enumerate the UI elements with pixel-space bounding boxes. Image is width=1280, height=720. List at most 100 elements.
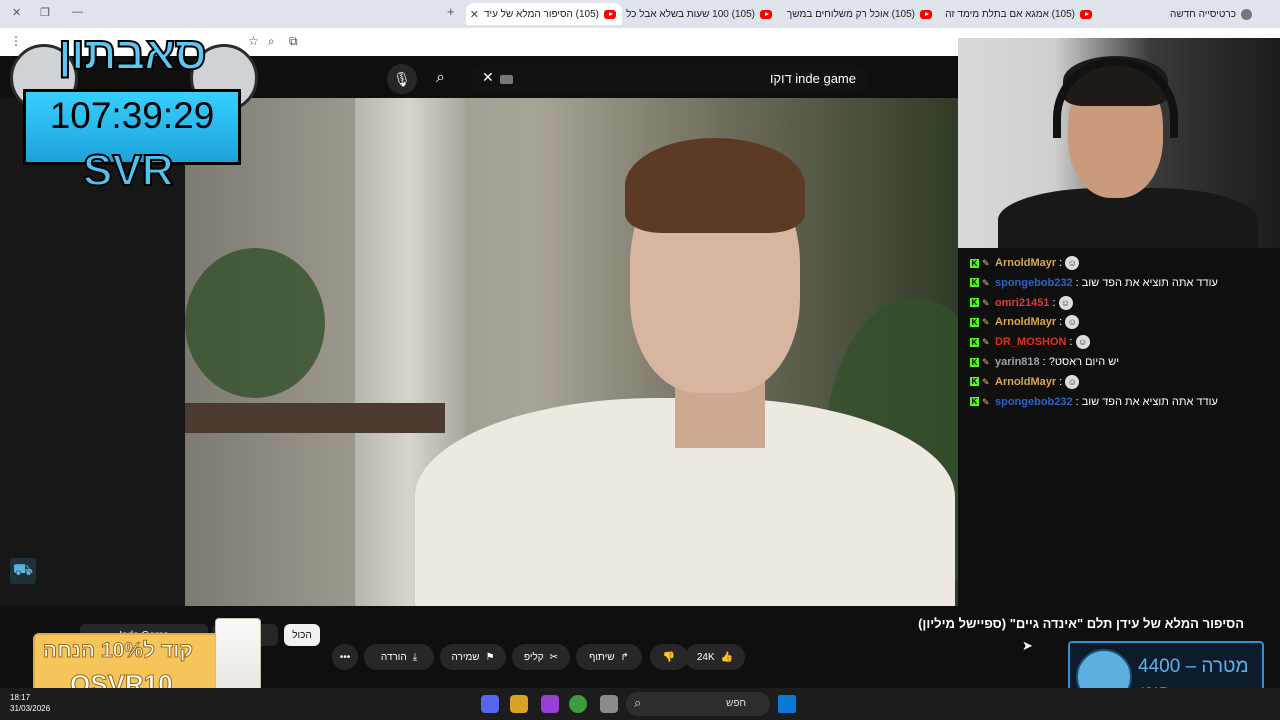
keyboard-icon[interactable] (500, 75, 513, 84)
timer-sub-label: SVR (82, 145, 174, 196)
search-icon: ⌕ (634, 695, 642, 710)
filter-chip-all[interactable]: הכול (284, 624, 320, 646)
promo-line-1: קוד ל10% הנחה (42, 639, 194, 663)
mouse-cursor-icon: ➤ (1022, 638, 1033, 653)
chat-username[interactable]: omri21451 (995, 297, 1049, 309)
chat-message: K ✎ spongebob232: עודד אתה תוציא את הפד שוב (970, 274, 1218, 292)
chat-username[interactable]: ArnoldMayr (995, 316, 1056, 328)
zoom-icon[interactable]: ⌕ (268, 34, 275, 49)
clip-label: קליפ (523, 651, 544, 663)
clip-button[interactable]: ✂ קליפ (512, 644, 570, 670)
taskbar-time: 18:17 (10, 693, 31, 702)
tab[interactable]: כרטיסייה חדשה (1104, 3, 1258, 25)
chat-text: יש היום ראסט? (1048, 356, 1120, 368)
cart-icon[interactable]: ⛟ (10, 558, 36, 584)
stream-chat: K ✎ ArnoldMayr: ☺ K ✎ spongebob232: עודד אתה תו… (970, 254, 1270, 414)
chat-badge-icon: ✎ (982, 258, 990, 268)
clear-search-icon[interactable]: ✕ (482, 69, 494, 86)
chat-message: K ✎ yarin818: יש היום ראסט? (970, 353, 1119, 371)
chat-badge-icon: ✎ (982, 337, 990, 348)
brand-title: סאבתון (57, 26, 208, 80)
chat-username[interactable]: ArnoldMayr (995, 376, 1056, 388)
windows-taskbar: 18:17 31/03/2026 ⌕ חפש (0, 688, 1280, 720)
chat-username[interactable]: DR_MOSHON (995, 336, 1067, 348)
youtube-favicon-icon (920, 9, 932, 19)
taskbar-date: 31/03/2026 (10, 704, 51, 713)
chat-separator: : (1075, 395, 1079, 408)
tab-label: כרטיסייה חדשה (1170, 8, 1236, 20)
kick-badge-icon: K (970, 337, 979, 347)
chat-separator: : (1052, 296, 1056, 309)
share-label: שיתוף (589, 651, 615, 663)
save-label: שמירה (451, 651, 480, 663)
kick-badge-icon: K (970, 357, 979, 367)
goal-line: 4400 – מטרה (1138, 656, 1249, 678)
download-button[interactable]: ⤓ הורדה (364, 644, 434, 670)
install-app-icon[interactable]: ⧉ (289, 34, 298, 49)
kick-badge-icon: K (970, 397, 979, 407)
chat-username[interactable]: spongebob232 (995, 396, 1073, 408)
chat-username[interactable]: ArnoldMayr (995, 257, 1056, 269)
chat-badge-icon: ✎ (982, 396, 990, 407)
chat-badge-icon: ✎ (982, 277, 990, 288)
chat-emote-icon: ☺ (1058, 295, 1073, 310)
share-button[interactable]: ↱ שיתוף (576, 644, 642, 670)
kick-badge-icon: K (970, 258, 979, 268)
video-title: הסיפור המלא של עידן תלם "אינדה גיים" (ספ… (918, 616, 1244, 631)
goal-target: 4400 (1138, 656, 1181, 677)
chat-text: עודד אתה תוציא את הפד שוב (1081, 395, 1218, 408)
video-frame (185, 98, 958, 606)
chat-separator: : (1059, 257, 1063, 269)
windows-start-icon[interactable] (778, 695, 796, 713)
like-button[interactable]: 👍 24K (685, 644, 745, 670)
dislike-button[interactable]: 👎 (650, 644, 688, 670)
chat-separator: : (1042, 356, 1046, 368)
person-hair (625, 138, 805, 233)
chat-emote-icon: ☺ (1065, 315, 1080, 330)
search-icon[interactable]: ⌕ (436, 69, 445, 87)
tab-label: (105) אוכל רק משלוחים במשך (786, 8, 915, 20)
more-actions-button[interactable]: ••• (332, 644, 358, 670)
timer-value: 107:39:29 (49, 95, 215, 136)
tab-label: (105) אמגא אם בתלת מימד זה (945, 8, 1075, 20)
youtube-favicon-icon (1080, 9, 1092, 19)
file-explorer-icon[interactable] (600, 695, 618, 713)
search-input[interactable]: inde game דוקו (770, 71, 856, 86)
voice-search-button[interactable]: 🎙 (387, 64, 417, 94)
chat-separator: : (1059, 316, 1063, 329)
tab-active[interactable]: (105) הסיפור המלא של עיד ✕ (466, 3, 622, 25)
scissors-icon: ✂ (549, 651, 559, 663)
tab[interactable]: (105) אמגא אם בתלת מימד זה ✕ (944, 3, 1098, 25)
chat-emote-icon: ☺ (1075, 335, 1090, 350)
kick-badge-icon: K (970, 298, 979, 308)
search-box[interactable]: ⌕ ✕ inde game דוקו (436, 64, 868, 94)
tab[interactable]: (105) 100 שעות בשלא אבל כל ✕ (624, 3, 778, 25)
chat-separator: : (1075, 276, 1079, 289)
kick-badge-icon: K (970, 278, 979, 288)
taskbar-clock[interactable]: 18:17 31/03/2026 (10, 692, 50, 714)
chat-message: K ✎ spongebob232: עודד אתה תוציא את הפד שוב (970, 393, 1218, 411)
chat-username[interactable]: yarin818 (995, 356, 1040, 368)
app-icon[interactable] (541, 695, 559, 713)
new-tab-button[interactable]: + (447, 4, 455, 19)
chat-message: K ✎ ArnoldMayr: ☺ (970, 373, 1080, 391)
thumbs-up-icon: 👍 (720, 651, 734, 663)
chrome-icon[interactable] (569, 695, 587, 713)
chat-badge-icon: ✎ (982, 357, 990, 367)
tab[interactable]: (105) אוכל רק משלוחים במשך ✕ (784, 3, 938, 25)
taskbar-search[interactable]: ⌕ חפש (626, 692, 770, 716)
kick-badge-icon: K (970, 377, 979, 387)
chat-message: K ✎ ArnoldMayr: ☺ (970, 254, 1080, 272)
app-icon[interactable] (510, 695, 528, 713)
chat-username[interactable]: spongebob232 (995, 277, 1073, 289)
tab-label: (105) הסיפור המלא של עיד (483, 8, 599, 20)
chat-badge-icon: ✎ (982, 317, 990, 328)
youtube-favicon-icon (760, 9, 772, 19)
save-button[interactable]: ⚑ שמירה (440, 644, 506, 670)
more-label: ••• (339, 651, 351, 663)
goal-label: מטרה (1201, 656, 1249, 677)
thumbs-down-icon: 👎 (662, 651, 676, 663)
discord-icon[interactable] (481, 695, 499, 713)
chat-message: K ✎ ArnoldMayr: ☺ (970, 313, 1080, 331)
tab-close-icon[interactable]: ✕ (470, 8, 479, 21)
